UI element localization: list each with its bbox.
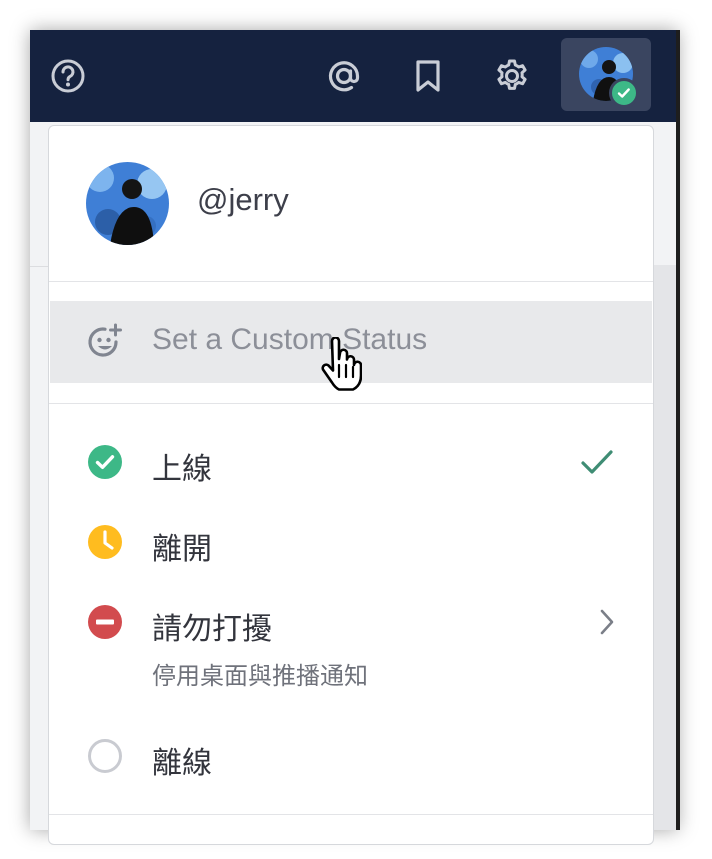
away-clock-icon: [87, 524, 123, 560]
bookmark-icon[interactable]: [408, 54, 448, 98]
custom-status-placeholder: Set a Custom Status: [152, 323, 428, 356]
divider: [49, 281, 653, 282]
mention-icon[interactable]: [322, 54, 366, 98]
username: @jerry: [197, 182, 289, 217]
status-label: 離線: [152, 746, 212, 781]
status-label: 離開: [152, 532, 212, 567]
top-bar: [30, 30, 678, 122]
divider: [49, 814, 653, 815]
hand-pointer-cursor: [318, 336, 363, 393]
status-option-online[interactable]: 上線: [49, 426, 653, 498]
chevron-right-icon: [595, 606, 619, 638]
offline-circle-icon: [87, 738, 123, 774]
status-sublabel: 停用桌面與推播通知: [152, 662, 368, 690]
selected-check-icon: [579, 444, 615, 480]
emoji-add-icon: [86, 323, 124, 361]
background-panel: [654, 265, 678, 830]
profile-avatar: [86, 162, 169, 245]
dnd-minus-icon: [87, 604, 123, 640]
account-menu-button[interactable]: [561, 38, 651, 111]
status-label: 上線: [152, 452, 212, 487]
status-label: 請勿打擾: [152, 612, 272, 647]
online-status-badge: [609, 78, 639, 108]
profile-header: @jerry: [49, 126, 653, 281]
status-option-offline[interactable]: 離線: [49, 720, 653, 792]
status-option-away[interactable]: 離開: [49, 506, 653, 578]
online-check-icon: [87, 444, 123, 480]
status-dropdown-menu: @jerry Set a Custom Status 上線 離開 請勿打擾 停用…: [48, 125, 654, 845]
status-option-dnd[interactable]: 請勿打擾 停用桌面與推播通知: [49, 586, 653, 696]
window-edge: [676, 30, 680, 830]
help-icon[interactable]: [48, 56, 88, 96]
divider: [49, 403, 653, 404]
gear-icon[interactable]: [490, 54, 534, 98]
